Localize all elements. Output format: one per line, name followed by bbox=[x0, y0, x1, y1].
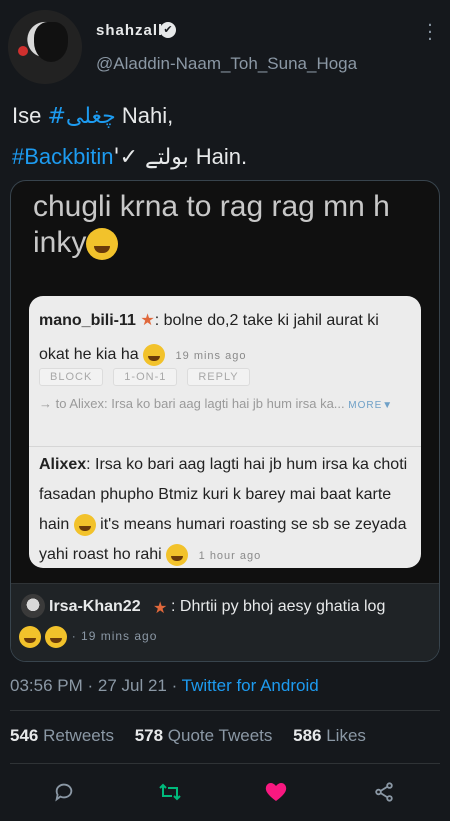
likes-count: 586 bbox=[293, 726, 322, 745]
smile-emoji-icon bbox=[143, 343, 166, 366]
verified-icon: ✔ bbox=[160, 22, 176, 38]
comment-3: Irsa-Khan22 ★ : Dhrtii py bhoj aesy ghat… bbox=[11, 583, 439, 661]
tweet-text: Ise #چغلی Nahi, #Backbitin'✓ بولتے Hain. bbox=[12, 96, 442, 178]
quotes-count: 578 bbox=[134, 726, 164, 745]
comment-2-user: Alixex bbox=[39, 456, 87, 473]
media-caption: chugli krna to rag rag mn h inky bbox=[33, 189, 439, 261]
retweets-count: 546 bbox=[10, 726, 39, 745]
tweet-meta: 03:56 PM · 27 Jul 21 · Twitter for Andro… bbox=[10, 676, 319, 696]
laughing-emoji-icon bbox=[45, 626, 68, 648]
divider bbox=[10, 710, 440, 711]
hashtag-link[interactable]: #Backbitin bbox=[12, 144, 114, 169]
quotes-stat[interactable]: 578 Quote Tweets bbox=[135, 726, 273, 745]
laughing-emoji-icon bbox=[19, 626, 41, 648]
likes-label: Likes bbox=[321, 726, 366, 745]
smile-emoji-icon bbox=[73, 513, 96, 536]
reply-button: REPLY bbox=[187, 368, 250, 386]
star-icon: ★ bbox=[140, 312, 155, 329]
user-handle[interactable]: @Aladdin-Naam_Toh_Suna_Hoga bbox=[96, 54, 357, 74]
comment-card: mano_bili-11 ★: bolne do,2 take ki jahil… bbox=[29, 296, 421, 568]
star-icon: ★ bbox=[153, 600, 168, 617]
comment-3-text: : Dhrtii py bhoj aesy ghatia log bbox=[171, 598, 386, 615]
action-bar bbox=[0, 772, 450, 812]
tweet-line1-prefix: Ise bbox=[12, 103, 48, 128]
divider bbox=[29, 446, 421, 447]
retweets-label: Retweets bbox=[38, 726, 114, 745]
retweet-icon[interactable] bbox=[156, 778, 184, 806]
reply-icon[interactable] bbox=[50, 778, 78, 806]
comment-2-time: 1 hour ago bbox=[198, 550, 262, 562]
one-on-one-button: 1-ON-1 bbox=[113, 368, 178, 386]
comment-actions: BLOCK 1-ON-1 REPLY bbox=[39, 368, 260, 386]
avatar bbox=[21, 594, 45, 618]
tweet-stats: 546 Retweets 578 Quote Tweets 586 Likes bbox=[10, 726, 382, 746]
likes-stat[interactable]: 586 Likes bbox=[293, 726, 366, 745]
retweets-stat[interactable]: 546 Retweets bbox=[10, 726, 114, 745]
tweet-header: shahzalb ✔ @Aladdin-Naam_Toh_Suna_Hoga ·… bbox=[0, 0, 450, 90]
comment-3-time: · 19 mins ago bbox=[71, 629, 158, 644]
share-icon[interactable] bbox=[370, 778, 398, 806]
display-name[interactable]: shahzalb bbox=[96, 22, 168, 39]
laughing-emoji-icon bbox=[86, 228, 119, 261]
divider bbox=[10, 763, 440, 764]
tweet-line1-suffix: Nahi, bbox=[115, 103, 174, 128]
reply-preview-text: → to Alixex: Irsa ko bari aag lagti hai … bbox=[39, 396, 345, 411]
comment-1: mano_bili-11 ★: bolne do,2 take ki jahil… bbox=[39, 304, 411, 373]
block-button: BLOCK bbox=[39, 368, 104, 386]
tweet-line2-suffix: Hain. bbox=[195, 144, 248, 169]
comment-3-meta: · 19 mins ago bbox=[19, 626, 157, 648]
media-image[interactable]: chugli krna to rag rag mn h inky mano_bi… bbox=[10, 180, 440, 662]
avatar[interactable] bbox=[8, 10, 82, 84]
tweet-time: 03:56 PM · 27 Jul 21 · bbox=[10, 676, 182, 695]
hashtag-link[interactable]: #چغلی bbox=[47, 104, 115, 129]
comment-2: Alixex: Irsa ko bari aag lagti hai jb hu… bbox=[39, 450, 415, 571]
laughing-emoji-icon bbox=[166, 543, 189, 566]
comment-1-time: 19 mins ago bbox=[175, 350, 247, 362]
comment-1-user: mano_bili-11 bbox=[39, 312, 136, 329]
more-icon[interactable]: · · · bbox=[425, 17, 435, 49]
more-link: MORE▼ bbox=[348, 400, 394, 411]
like-icon[interactable] bbox=[262, 778, 290, 806]
comment-3-user: Irsa-Khan22 bbox=[49, 598, 141, 615]
tweet-line2-mid: '✓ بولتے bbox=[113, 145, 196, 170]
client-link[interactable]: Twitter for Android bbox=[182, 676, 319, 695]
quotes-label: Quote Tweets bbox=[163, 726, 273, 745]
reply-preview: → to Alixex: Irsa ko bari aag lagti hai … bbox=[39, 392, 409, 418]
